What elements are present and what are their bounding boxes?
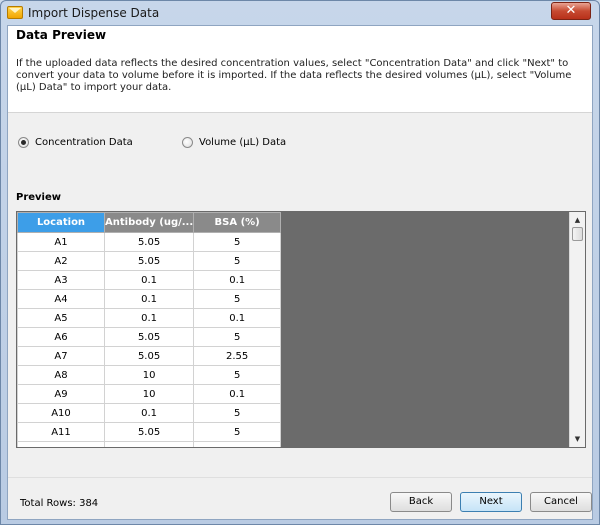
location-cell[interactable]: A12: [17, 441, 105, 447]
scroll-down-arrow-icon[interactable]: ▼: [570, 431, 585, 447]
close-button[interactable]: ✕: [551, 2, 591, 20]
location-cell[interactable]: A1: [17, 232, 105, 252]
cancel-button[interactable]: Cancel: [530, 492, 592, 512]
table-row[interactable]: A120.10.1: [17, 441, 282, 447]
next-button[interactable]: Next: [460, 492, 522, 512]
antibody-cell[interactable]: 5.05: [103, 422, 195, 442]
location-cell[interactable]: A4: [17, 289, 105, 309]
back-button[interactable]: Back: [390, 492, 452, 512]
envelope-icon: [7, 6, 23, 19]
table-row[interactable]: A4 0.1 5: [17, 289, 282, 309]
total-rows-count: Total Rows: 384: [20, 498, 99, 509]
table-row[interactable]: A11 5.05 5: [17, 422, 282, 442]
bsa-cell[interactable]: 0.1: [193, 384, 282, 404]
bsa-cell[interactable]: 5: [193, 422, 282, 442]
table-row[interactable]: A5 0.1 0.1: [17, 308, 282, 328]
bsa-cell[interactable]: 5: [193, 251, 282, 271]
antibody-cell[interactable]: 5.05: [103, 346, 195, 366]
title-bar: Import Dispense Data ✕: [1, 1, 599, 25]
header-panel: Data Preview If the uploaded data reflec…: [8, 26, 592, 113]
column-header-antibody[interactable]: Antibody (ug/...: [103, 212, 195, 233]
antibody-cell[interactable]: 5.05: [103, 327, 195, 347]
header-row: Location Antibody (ug/... BSA (%): [17, 212, 282, 233]
vertical-scrollbar[interactable]: ▲ ▼: [569, 212, 585, 447]
location-cell[interactable]: A2: [17, 251, 105, 271]
table-row[interactable]: A8 10 5: [17, 365, 282, 385]
table-row[interactable]: A9 10 0.1: [17, 384, 282, 404]
scroll-up-arrow-icon[interactable]: ▲: [570, 212, 585, 228]
bsa-cell[interactable]: 5: [193, 327, 282, 347]
concentration-data-label: Concentration Data: [35, 136, 133, 148]
volume-data-label: Volume (µL) Data: [199, 136, 287, 148]
location-cell[interactable]: A7: [17, 346, 105, 366]
antibody-cell[interactable]: 0.1: [103, 270, 195, 290]
window-title: Import Dispense Data: [28, 6, 160, 20]
dialog-body: Data Preview If the uploaded data reflec…: [7, 25, 593, 520]
footer-bar: Total Rows: 384 Back Next Cancel: [8, 477, 592, 519]
location-cell[interactable]: A8: [17, 365, 105, 385]
header-description: If the uploaded data reflects the desire…: [16, 58, 572, 93]
bsa-cell[interactable]: 5: [193, 365, 282, 385]
location-cell[interactable]: A9: [17, 384, 105, 404]
preview-table-body: A1 5.05 5 A2 5.05 5 A3 0.1 0.1 A4 0.1 5 A5 0.1 0.1 A6 5.…: [17, 232, 282, 447]
antibody-cell[interactable]: 10: [103, 365, 195, 385]
table-row[interactable]: A2 5.05 5: [17, 251, 282, 271]
preview-label: Preview: [16, 192, 62, 203]
antibody-cell[interactable]: 10: [103, 384, 195, 404]
antibody-cell[interactable]: 0.1: [103, 403, 195, 423]
import-dispense-dialog: Import Dispense Data ✕ Data Preview If t…: [0, 0, 600, 525]
preview-grid[interactable]: Location Antibody (ug/... BSA (%) A1 5.05…: [16, 211, 586, 448]
concentration-data-radio[interactable]: Concentration Data: [18, 134, 133, 150]
table-row[interactable]: A7 5.05 2.55: [17, 346, 282, 366]
table-row[interactable]: A3 0.1 0.1: [17, 270, 282, 290]
bsa-cell[interactable]: 0.1: [193, 270, 282, 290]
location-cell[interactable]: A5: [17, 308, 105, 328]
location-cell[interactable]: A11: [17, 422, 105, 442]
table-row[interactable]: A1 5.05 5: [17, 232, 282, 252]
antibody-cell[interactable]: 5.05: [103, 232, 195, 252]
location-cell[interactable]: A6: [17, 327, 105, 347]
antibody-cell[interactable]: 0.1: [103, 308, 195, 328]
antibody-cell[interactable]: 0.1: [103, 289, 195, 309]
volume-data-radio[interactable]: Volume (µL) Data: [182, 134, 286, 150]
column-header-bsa[interactable]: BSA (%): [193, 212, 282, 233]
table-row[interactable]: A10 0.1 5: [17, 403, 282, 423]
column-header-location[interactable]: Location: [17, 212, 105, 233]
radio-selected-icon: [18, 136, 29, 148]
scroll-thumb[interactable]: [572, 227, 583, 241]
radio-unselected-icon: [182, 136, 193, 148]
bsa-cell[interactable]: 5: [193, 289, 282, 309]
table-row[interactable]: A6 5.05 5: [17, 327, 282, 347]
bsa-cell[interactable]: 0.1: [193, 308, 282, 328]
antibody-cell[interactable]: 5.05: [103, 251, 195, 271]
page-title: Data Preview: [16, 28, 107, 42]
bsa-cell[interactable]: 0.1: [193, 441, 282, 447]
preview-table: Location Antibody (ug/... BSA (%) A1 5.05…: [17, 212, 282, 447]
antibody-cell[interactable]: 0.1: [103, 441, 195, 447]
location-cell[interactable]: A10: [17, 403, 105, 423]
location-cell[interactable]: A3: [17, 270, 105, 290]
bsa-cell[interactable]: 5: [193, 232, 282, 252]
bsa-cell[interactable]: 5: [193, 403, 282, 423]
bsa-cell[interactable]: 2.55: [193, 346, 282, 366]
